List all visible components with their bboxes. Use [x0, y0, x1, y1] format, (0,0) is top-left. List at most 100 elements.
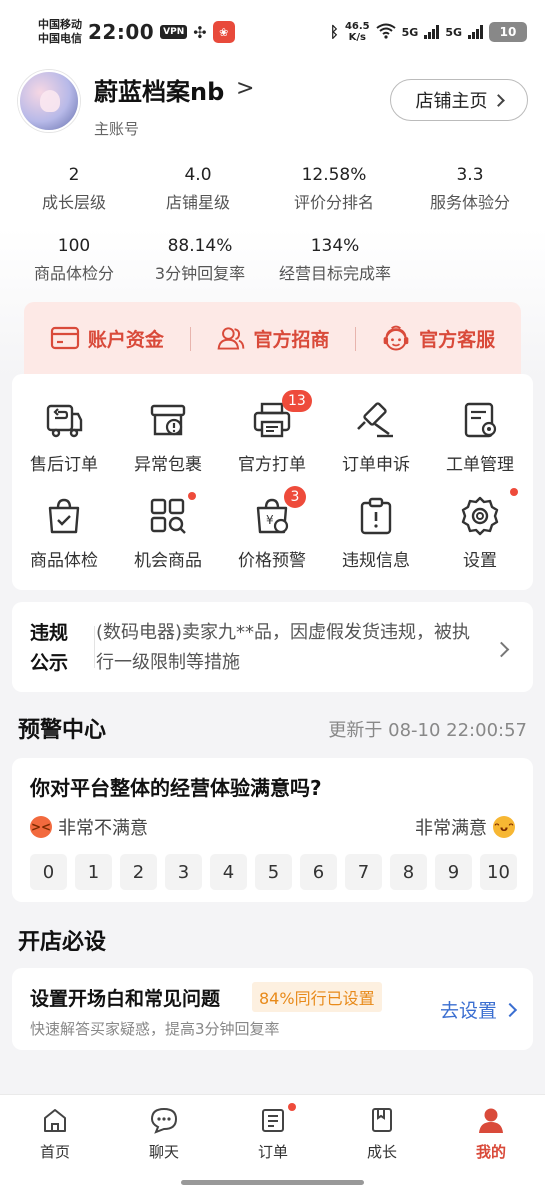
shop-header: 蔚蓝档案nb > 主账号 店铺主页 — [18, 68, 528, 138]
home-indicator[interactable] — [181, 1180, 364, 1185]
service-icon — [381, 323, 411, 353]
quick-action-label: 账户资金 — [87, 328, 164, 351]
score-option[interactable]: 4 — [210, 854, 247, 890]
grid-search-icon — [116, 492, 220, 540]
chevron-right-icon[interactable]: > — [236, 76, 254, 101]
nav-label: 成长 — [366, 1143, 397, 1161]
gear-icon — [428, 488, 532, 540]
score-option[interactable]: 3 — [165, 854, 202, 890]
tool-price-alert[interactable]: ¥ 3 价格预警 — [220, 486, 324, 571]
pinwheel-icon: ✣ — [193, 22, 207, 42]
tool-opportunity-products[interactable]: 机会商品 — [116, 492, 220, 571]
status-bar: 中国移动 中国电信 22:00 VPN ✣ ❀ ᛒ 46.5 K/s 5G 5G… — [0, 0, 545, 64]
score-option[interactable]: 2 — [120, 854, 157, 890]
tool-product-check[interactable]: 商品体检 — [12, 492, 116, 571]
metric-review-rank[interactable]: 12.58% 评价分排名 — [274, 164, 394, 214]
metric-label: 商品体检分 — [33, 264, 114, 283]
metric-value: 4.0 — [184, 165, 212, 185]
clipboard-alert-icon — [324, 492, 428, 540]
tool-label: 工单管理 — [446, 455, 514, 475]
tool-order-appeal[interactable]: 订单申诉 — [324, 396, 428, 475]
go-setup-button[interactable]: 去设置 — [439, 996, 518, 1023]
book-icon — [342, 1105, 422, 1135]
store-home-label: 店铺主页 — [415, 91, 488, 112]
setup-desc: 快速解答买家疑惑，提高3分钟回复率 — [30, 1020, 280, 1038]
laughing-face-icon: ᵔᴗᵔ — [493, 816, 515, 838]
account-funds-button[interactable]: 账户资金 — [24, 323, 190, 353]
notification-badge: 3 — [284, 486, 306, 508]
speed-unit: K/s — [348, 32, 366, 43]
update-time: 更新于 08-10 22:00:57 — [328, 720, 527, 741]
tool-abnormal-package[interactable]: 异常包裹 — [116, 396, 220, 475]
tool-label: 商品体检 — [30, 551, 98, 571]
go-setup-label: 去设置 — [439, 1000, 497, 1022]
carrier-1: 中国移动 — [38, 18, 82, 31]
tool-settings[interactable]: 设置 — [428, 488, 532, 571]
network-type-2: 5G — [445, 25, 462, 39]
score-option[interactable]: 0 — [30, 854, 67, 890]
tool-ticket-management[interactable]: 工单管理 — [428, 396, 532, 475]
chat-icon — [124, 1105, 204, 1135]
users-icon — [216, 323, 246, 353]
nav-growth[interactable]: 成长 — [342, 1105, 422, 1162]
svg-text:¥: ¥ — [266, 513, 274, 527]
tools-grid: 售后订单 异常包裹 13 官方打单 订单申诉 工单管理 商品体检 机会商品 ¥ … — [12, 374, 533, 590]
chevron-right-icon[interactable] — [493, 640, 510, 659]
score-option[interactable]: 6 — [300, 854, 337, 890]
tool-label: 设置 — [463, 551, 497, 571]
metric-value: 100 — [57, 236, 91, 256]
metric-product-check[interactable]: 100 商品体检分 — [20, 235, 128, 285]
nav-label: 首页 — [39, 1143, 70, 1161]
tool-label: 机会商品 — [134, 551, 202, 571]
score-option[interactable]: 5 — [255, 854, 292, 890]
nav-orders[interactable]: 订单 — [233, 1103, 313, 1162]
tool-official-print[interactable]: 13 官方打单 — [220, 390, 324, 475]
tool-after-sale-orders[interactable]: 售后订单 — [12, 396, 116, 475]
official-service-button[interactable]: 官方客服 — [355, 323, 521, 353]
warning-center-title: 预警中心 — [18, 718, 107, 743]
metric-reply-rate[interactable]: 88.14% 3分钟回复率 — [140, 235, 260, 285]
violation-notice[interactable]: 违规公示 (数码电器)卖家九**品，因虚假发货违规，被执行一级限制等措施 — [12, 602, 533, 692]
satisfaction-survey: 你对平台整体的经营体验满意吗? >< 非常不满意 非常满意 ᵔᴗᵔ 0 1 2 … — [12, 758, 533, 902]
score-option[interactable]: 9 — [435, 854, 472, 890]
order-icon — [233, 1103, 313, 1135]
official-recruit-button[interactable]: 官方招商 — [189, 323, 356, 353]
score-option[interactable]: 1 — [75, 854, 112, 890]
network-speed: 46.5 K/s — [345, 21, 370, 43]
score-option[interactable]: 7 — [345, 854, 382, 890]
setup-section-title: 开店必设 — [18, 930, 107, 955]
status-right: ᛒ 46.5 K/s 5G 5G 10 — [330, 21, 527, 43]
tool-violation-info[interactable]: 违规信息 — [324, 492, 428, 571]
nav-chat[interactable]: 聊天 — [124, 1105, 204, 1162]
metric-label: 成长层级 — [41, 193, 106, 212]
nav-me[interactable]: 我的 — [451, 1105, 531, 1162]
score-option[interactable]: 8 — [390, 854, 427, 890]
tool-label: 违规信息 — [342, 551, 410, 571]
setup-card[interactable]: 设置开场白和常见问题 84%同行已设置 快速解答买家疑惑，提高3分钟回复率 去设… — [12, 968, 533, 1050]
ticket-icon — [428, 396, 532, 444]
metric-service-score[interactable]: 3.3 服务体验分 — [414, 164, 526, 214]
bluetooth-icon: ᛒ — [329, 23, 339, 41]
metric-store-rating[interactable]: 4.0 店铺星级 — [148, 164, 248, 214]
truck-return-icon — [12, 396, 116, 444]
bag-check-icon — [12, 492, 116, 540]
tool-label: 订单申诉 — [342, 455, 410, 475]
metric-value: 134% — [310, 236, 360, 256]
store-home-button[interactable]: 店铺主页 — [390, 79, 528, 121]
chevron-right-icon — [502, 1002, 518, 1017]
app-notification-icon: ❀ — [212, 21, 235, 43]
chevron-right-icon — [491, 93, 505, 107]
metric-growth-level[interactable]: 2 成长层级 — [24, 164, 124, 214]
metric-value: 3.3 — [456, 165, 484, 185]
nav-label: 聊天 — [148, 1143, 179, 1161]
signal-icon — [468, 25, 483, 39]
score-option[interactable]: 10 — [480, 854, 517, 890]
network-type-1: 5G — [401, 25, 419, 39]
avatar[interactable] — [18, 70, 80, 132]
clock: 22:00 — [88, 20, 155, 44]
nav-home[interactable]: 首页 — [15, 1105, 95, 1162]
notification-dot — [510, 488, 518, 496]
battery-level: 10 — [499, 25, 517, 39]
metric-goal-completion[interactable]: 134% 经营目标完成率 — [264, 235, 406, 285]
shop-name[interactable]: 蔚蓝档案nb — [94, 72, 224, 107]
